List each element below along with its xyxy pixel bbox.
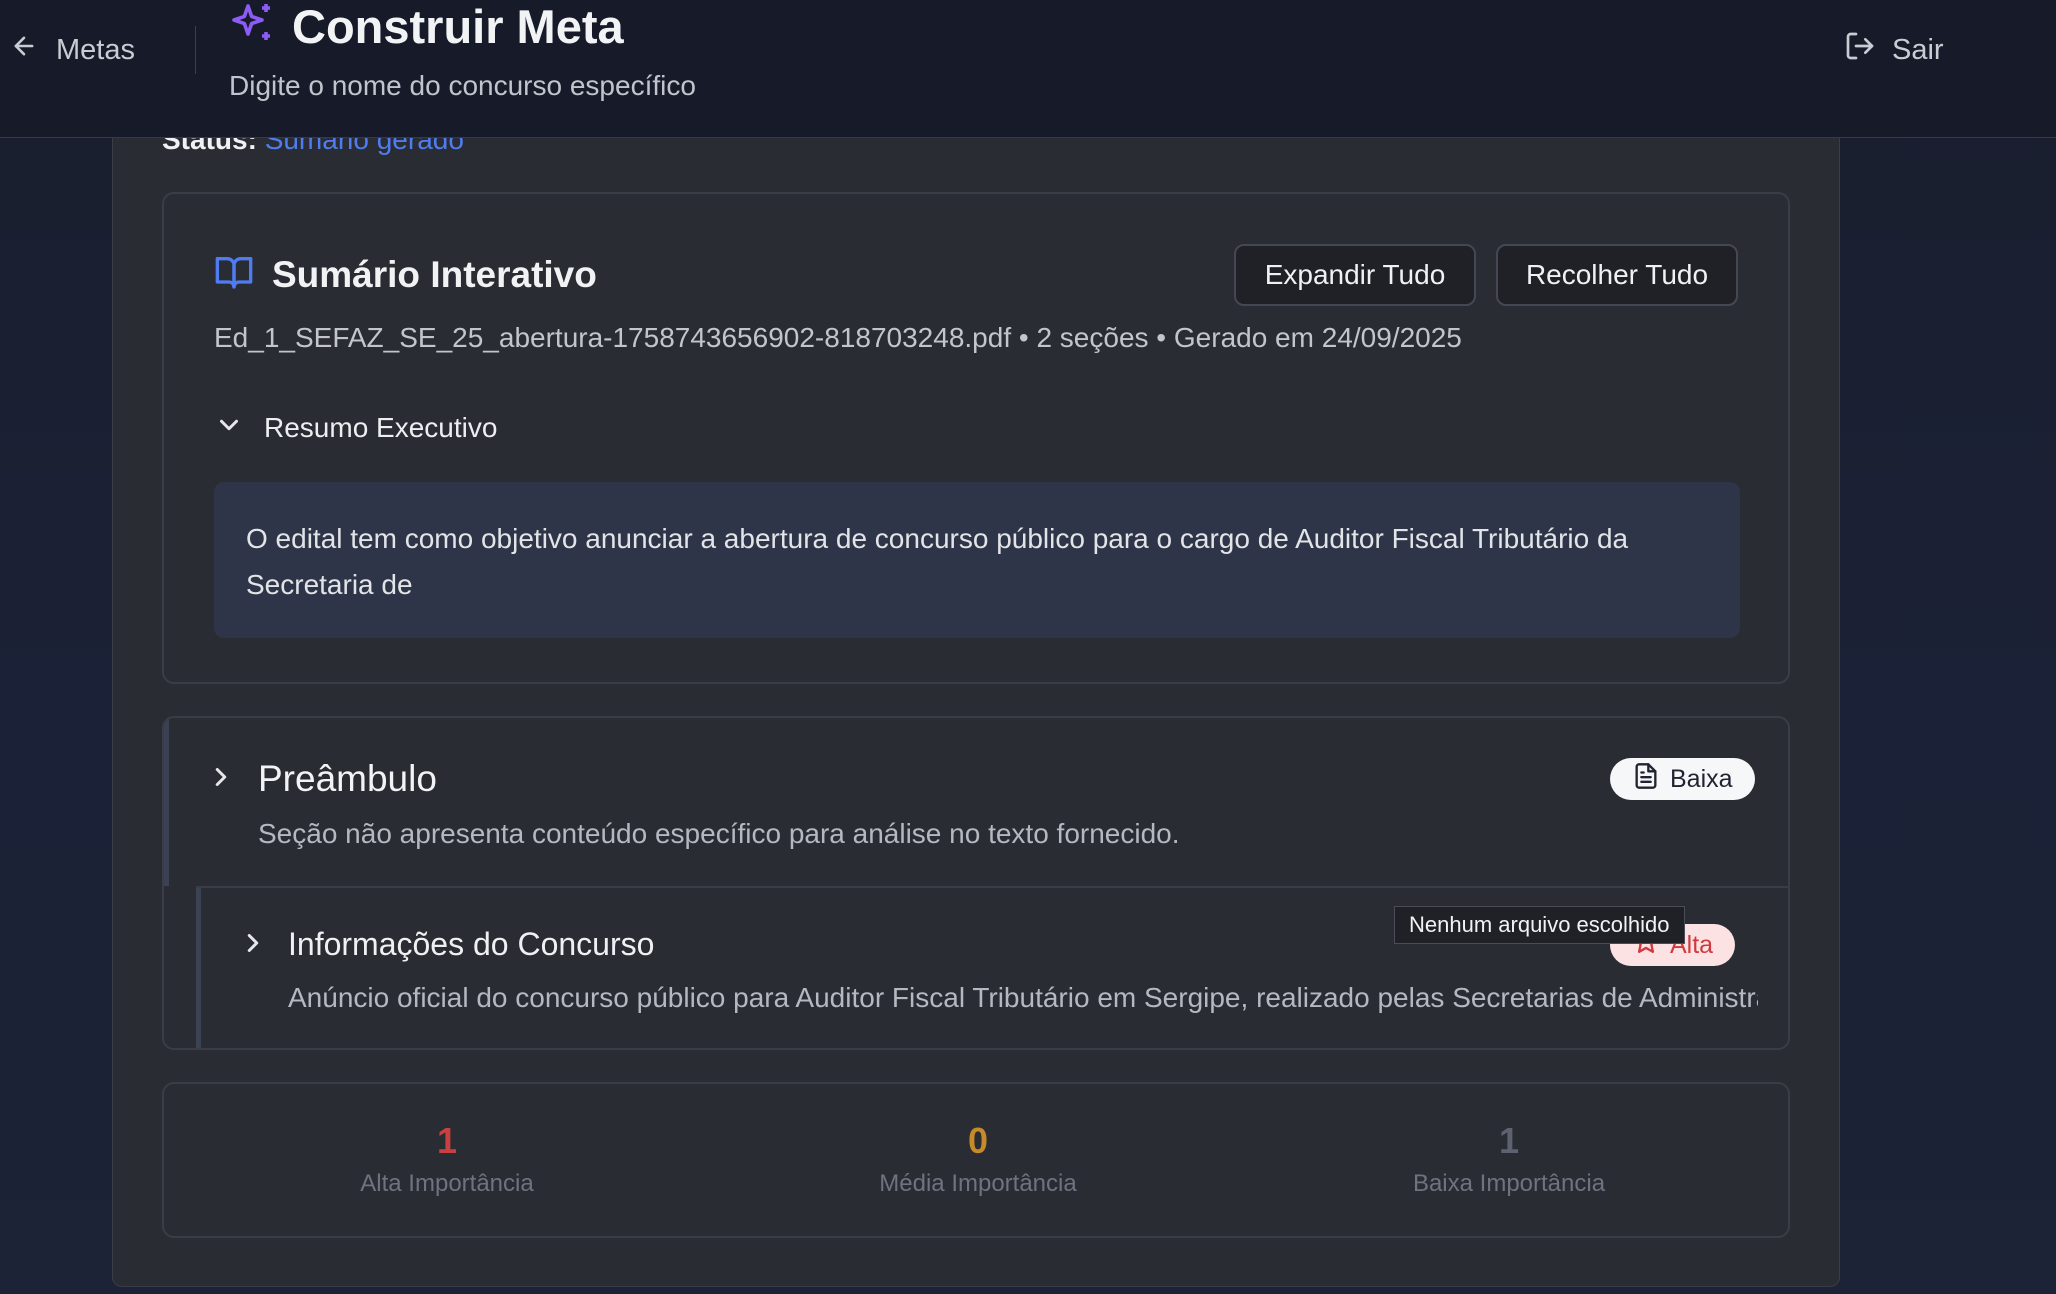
section-description: Seção não apresenta conteúdo específico …: [258, 818, 1180, 849]
stats-card: 1 Alta Importância 0 Média Importância 1…: [162, 1082, 1790, 1238]
executive-summary-toggle[interactable]: Resumo Executivo: [214, 410, 497, 445]
section-accent-bar: [164, 718, 169, 886]
executive-summary-label: Resumo Executivo: [264, 411, 498, 443]
document-icon: [1632, 762, 1660, 797]
chevron-down-icon: [214, 410, 244, 445]
sparkles-icon: [228, 0, 276, 53]
stat-medium: 0 Média Importância: [778, 1120, 1178, 1198]
subsection-description: Anúncio oficial do concurso público para…: [288, 982, 1758, 1013]
stat-low: 1 Baixa Importância: [1309, 1120, 1709, 1198]
stat-high-label: Alta Importância: [360, 1170, 534, 1197]
section-title[interactable]: Preâmbulo: [258, 758, 437, 800]
stat-medium-value: 0: [967, 1120, 989, 1161]
logout-label: Sair: [1892, 33, 1944, 66]
subsection-accent-bar: [196, 888, 201, 1048]
page-title: Construir Meta: [292, 0, 624, 53]
summary-header: Sumário Interativo: [214, 252, 597, 297]
collapse-all-button[interactable]: Recolher Tudo: [1496, 244, 1738, 306]
stat-high: 1 Alta Importância: [247, 1120, 647, 1198]
top-bar: Metas Construir Meta Digite o nome do co…: [0, 0, 2056, 138]
stat-high-value: 1: [436, 1120, 458, 1161]
stat-medium-label: Média Importância: [879, 1170, 1077, 1197]
stat-low-value: 1: [1498, 1120, 1520, 1161]
chevron-right-icon[interactable]: [238, 928, 268, 958]
subsection-title[interactable]: Informações do Concurso: [288, 926, 654, 963]
expand-all-button[interactable]: Expandir Tudo: [1234, 244, 1476, 306]
executive-summary-text: O edital tem como objetivo anunciar a ab…: [214, 482, 1740, 638]
book-open-icon: [214, 252, 254, 297]
back-to-metas-link[interactable]: Metas: [10, 30, 135, 70]
file-input-tooltip: Nenhum arquivo escolhido: [1394, 906, 1685, 944]
summary-meta: Ed_1_SEFAZ_SE_25_abertura-1758743656902-…: [214, 322, 1462, 353]
header-divider: [195, 26, 196, 74]
back-label: Metas: [56, 33, 135, 66]
badge-label: Baixa: [1670, 764, 1733, 793]
summary-card: Sumário Interativo Expandir Tudo Recolhe…: [162, 192, 1790, 684]
arrow-left-icon: [10, 32, 38, 68]
logout-icon: [1844, 30, 1876, 70]
title-row: Construir Meta: [228, 0, 624, 53]
chevron-right-icon[interactable]: [206, 762, 236, 792]
summary-title: Sumário Interativo: [272, 253, 597, 295]
stat-low-label: Baixa Importância: [1412, 1170, 1606, 1197]
page-subtitle: Digite o nome do concurso específico: [229, 70, 696, 101]
sections-card: Preâmbulo Seção não apresenta conteúdo e…: [162, 716, 1790, 1050]
importance-badge-low: Baixa: [1610, 758, 1755, 800]
logout-button[interactable]: Sair: [1844, 30, 1944, 70]
